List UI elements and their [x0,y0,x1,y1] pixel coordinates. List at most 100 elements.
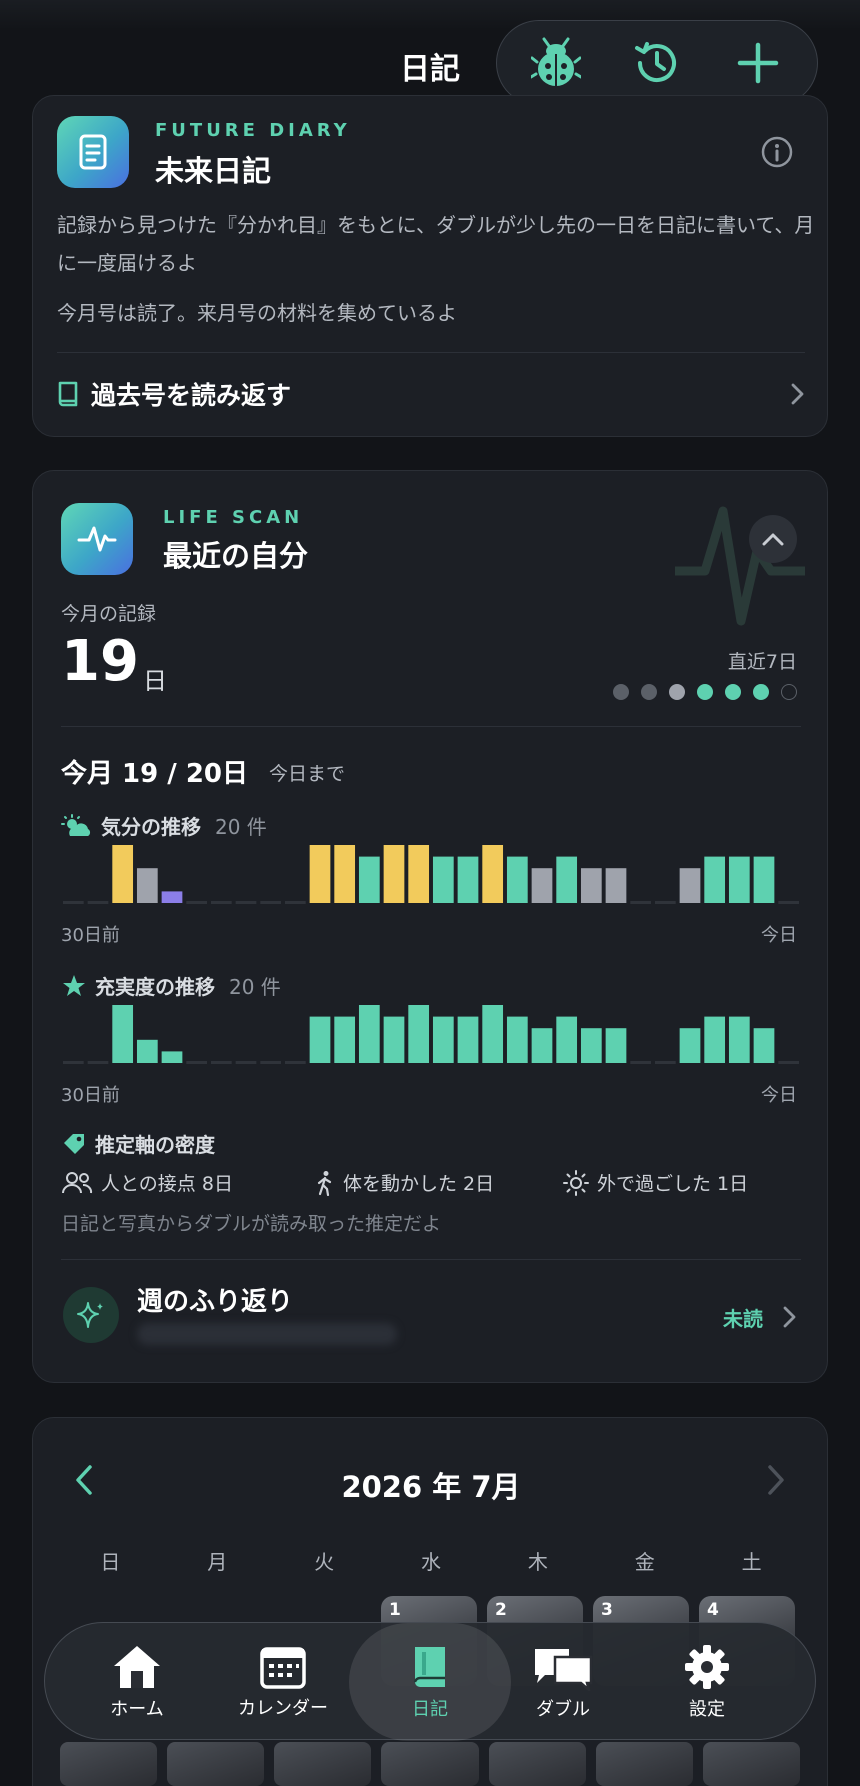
history-icon [634,42,676,83]
mood-axis-left: 30日前 [61,925,120,946]
day-bar [161,1051,183,1063]
tab-settings[interactable]: 設定 [637,1623,777,1741]
next-month-button[interactable] [765,1464,787,1500]
tab-double[interactable]: ダブル [493,1623,633,1741]
day-bar [334,1016,356,1063]
empty-day-mark [210,901,232,904]
empty-day-mark [778,1061,800,1064]
day-bar [556,1016,578,1063]
fulfillment-header: 充実度の推移 20 件 [61,971,281,1000]
day-bar [408,845,430,903]
future-diary-title: 未来日記 [155,154,272,188]
info-button[interactable] [761,136,793,172]
recent-dots [613,684,797,700]
future-diary-app-icon [57,116,129,188]
recent-day-dot [725,684,741,700]
chevron-right-icon [791,383,804,405]
recent-day-dot [669,684,685,700]
day-thumbnail[interactable] [702,1742,800,1786]
day-bar [580,868,602,903]
empty-day-mark [630,901,652,904]
chevron-right-icon [783,1306,796,1328]
day-bar [482,845,504,903]
density-title: 推定軸の密度 [95,1133,215,1157]
day-bar [309,845,331,903]
tab-double-label: ダブル [536,1699,590,1720]
empty-day-mark [235,1061,257,1064]
chevron-right-icon [768,1465,784,1495]
recent-day-dot [641,684,657,700]
document-icon [79,134,107,170]
history-button[interactable] [622,28,692,98]
day-bar [383,1016,405,1063]
add-entry-button[interactable] [723,28,793,98]
empty-day-mark [210,1061,232,1064]
weather-icon [61,813,91,836]
month-title: 2026 年 7月 [341,1470,521,1504]
day-thumbnail[interactable] [167,1742,265,1786]
records-value: 19 [61,629,139,694]
chat-icon [535,1649,593,1691]
day-bar [531,1028,553,1063]
empty-day-mark [654,1061,676,1064]
tab-diary[interactable]: 日記 [349,1623,511,1741]
day-bar [556,856,578,903]
facet-people-label: 人との接点 8日 [101,1173,233,1195]
future-diary-description: 記録から見つけた『分かれ目』をもとに、ダブルが少し先の一日を日記に書いて、月に一… [57,213,815,275]
day-bar [605,1028,627,1063]
info-icon [761,136,793,168]
day-bar [482,1005,504,1063]
day-thumbnail[interactable] [595,1742,693,1786]
day-bar [358,856,380,903]
divider [61,726,801,727]
divider [57,352,805,353]
day-bar [358,1005,380,1063]
weekday-tue: 火 [314,1550,335,1574]
tag-icon [64,1133,84,1154]
sparkle-icon [77,1302,103,1328]
people-icon [62,1171,93,1193]
day-bar [112,1005,134,1063]
tab-calendar[interactable]: カレンダー [213,1623,353,1741]
fulfillment-count: 20 件 [229,975,281,999]
mood-chart [62,845,800,904]
bug-report-button[interactable] [521,28,591,98]
weekday-fri: 金 [634,1550,655,1574]
empty-day-mark [186,1061,208,1064]
tab-diary-label: 日記 [412,1699,448,1720]
day-bar [506,1016,528,1063]
tab-home[interactable]: ホーム [67,1623,207,1741]
recent-label: 直近7日 [727,651,797,673]
day-thumbnail[interactable] [60,1742,158,1786]
past-issues-link[interactable]: 過去号を読み返す [57,364,805,424]
day-number: 1 [389,1600,401,1620]
day-bar [753,1028,775,1063]
weekday-wed: 水 [421,1550,441,1574]
page-title: 日記 [400,52,460,87]
facet-outdoors-label: 外で過ごした 1日 [597,1173,749,1195]
records-label: 今月の記録 [61,603,157,625]
fulfillment-chart [62,1005,800,1064]
weekly-review-icon-wrap [63,1287,119,1343]
sun-icon [563,1169,589,1196]
day-thumbnail[interactable] [381,1742,479,1786]
day-thumbnail[interactable] [274,1742,372,1786]
day-bar [704,856,726,903]
day-bar [679,868,701,903]
day-bar [136,1039,158,1063]
empty-day-mark [62,901,84,904]
future-diary-status: 今月号は読了。来月号の材料を集めているよ [57,301,457,325]
gear-icon [685,1645,729,1689]
calendar-next-week-thumbs [60,1742,800,1786]
collapse-button[interactable] [749,515,797,563]
life-scan-card: LIFE SCAN 最近の自分 今月の記録 19 日 直近7日 今月 19 / … [32,470,828,1383]
facet-people: 人との接点 8日 [61,1169,233,1196]
day-thumbnail[interactable] [488,1742,586,1786]
recent-day-dot [753,684,769,700]
day-bar [531,868,553,903]
day-number: 3 [601,1600,613,1620]
plus-icon [738,42,779,84]
facet-exercise-label: 体を動かした 2日 [343,1173,495,1195]
day-bar [408,1005,430,1063]
mood-count: 20 件 [215,815,267,839]
